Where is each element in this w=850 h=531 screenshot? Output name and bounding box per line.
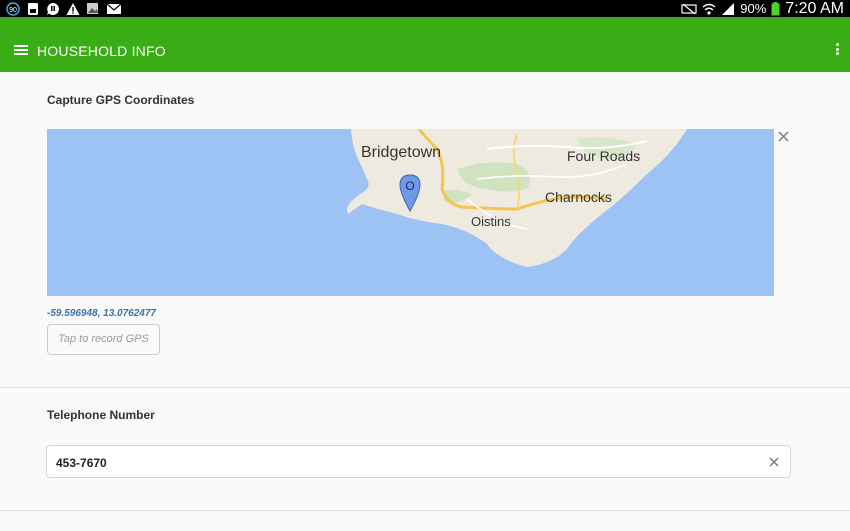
map-canvas: Bridgetown Four Roads Charnocks Oistins … bbox=[347, 129, 687, 267]
app-title: HOUSEHOLD INFO bbox=[37, 43, 166, 59]
status-bar-system: 90% 7:20 AM bbox=[681, 0, 844, 17]
clear-icon[interactable] bbox=[768, 456, 780, 468]
chat-icon bbox=[47, 2, 59, 15]
battery-icon bbox=[771, 1, 780, 15]
menu-icon[interactable] bbox=[14, 45, 28, 55]
map-label-four-roads: Four Roads bbox=[567, 148, 640, 164]
app-bar: HOUSEHOLD INFO bbox=[0, 17, 850, 72]
gps-label: Capture GPS Coordinates bbox=[47, 93, 195, 107]
clock: 7:20 AM bbox=[785, 0, 844, 17]
close-icon[interactable] bbox=[777, 130, 790, 143]
mail-icon bbox=[106, 3, 122, 14]
sim-icon bbox=[28, 2, 38, 15]
status-bar-notifications: 90 bbox=[6, 1, 122, 16]
telephone-input[interactable]: 453-7670 bbox=[46, 445, 791, 478]
image-icon bbox=[87, 2, 98, 14]
battery-percent: 90% bbox=[740, 1, 767, 16]
status-bar: 90 90% 7:20 AM bbox=[0, 0, 850, 17]
section-divider bbox=[0, 510, 850, 511]
telephone-label: Telephone Number bbox=[47, 408, 155, 422]
signal-icon bbox=[722, 2, 735, 15]
section-divider bbox=[0, 387, 850, 388]
gps-map[interactable]: Bridgetown Four Roads Charnocks Oistins … bbox=[47, 129, 774, 296]
mute-icon bbox=[681, 3, 697, 14]
warning-icon bbox=[66, 2, 80, 15]
svg-text:90: 90 bbox=[9, 7, 17, 14]
map-label-bridgetown: Bridgetown bbox=[361, 144, 441, 161]
notification-count-icon: 90 bbox=[6, 1, 20, 16]
svg-text:O: O bbox=[405, 179, 414, 193]
overflow-menu-icon[interactable] bbox=[836, 43, 840, 57]
map-label-oistins: Oistins bbox=[471, 214, 511, 229]
gps-coordinates: -59.596948, 13.0762477 bbox=[47, 308, 156, 319]
wifi-icon bbox=[702, 3, 716, 15]
record-gps-button[interactable]: Tap to record GPS bbox=[47, 324, 160, 355]
map-label-charnocks: Charnocks bbox=[545, 189, 612, 205]
telephone-value: 453-7670 bbox=[56, 456, 107, 470]
